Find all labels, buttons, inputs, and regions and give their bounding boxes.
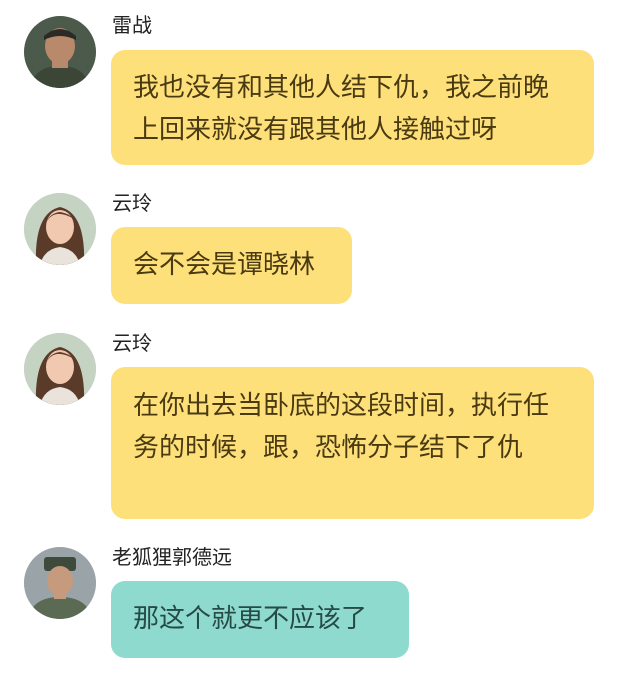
- female-avatar-icon: [24, 193, 96, 265]
- message-bubble[interactable]: 会不会是谭晓林: [111, 227, 352, 304]
- avatar[interactable]: [24, 333, 96, 405]
- female-avatar-icon: [24, 333, 96, 405]
- message-bubble[interactable]: 在你出去当卧底的这段时间，执行任务的时候，跟，恐怖分子结下了仇: [111, 367, 594, 519]
- male-officer-avatar-icon: [24, 547, 96, 619]
- sender-name: 云玲: [112, 191, 152, 215]
- message-bubble[interactable]: 我也没有和其他人结下仇，我之前晚上回来就没有跟其他人接触过呀: [111, 50, 594, 165]
- male-soldier-avatar-icon: [24, 16, 96, 88]
- avatar[interactable]: [24, 193, 96, 265]
- sender-name: 云玲: [112, 331, 152, 355]
- avatar[interactable]: [24, 16, 96, 88]
- sender-name: 雷战: [112, 13, 152, 37]
- message-bubble[interactable]: 那这个就更不应该了: [111, 581, 409, 658]
- sender-name: 老狐狸郭德远: [112, 545, 232, 569]
- avatar[interactable]: [24, 547, 96, 619]
